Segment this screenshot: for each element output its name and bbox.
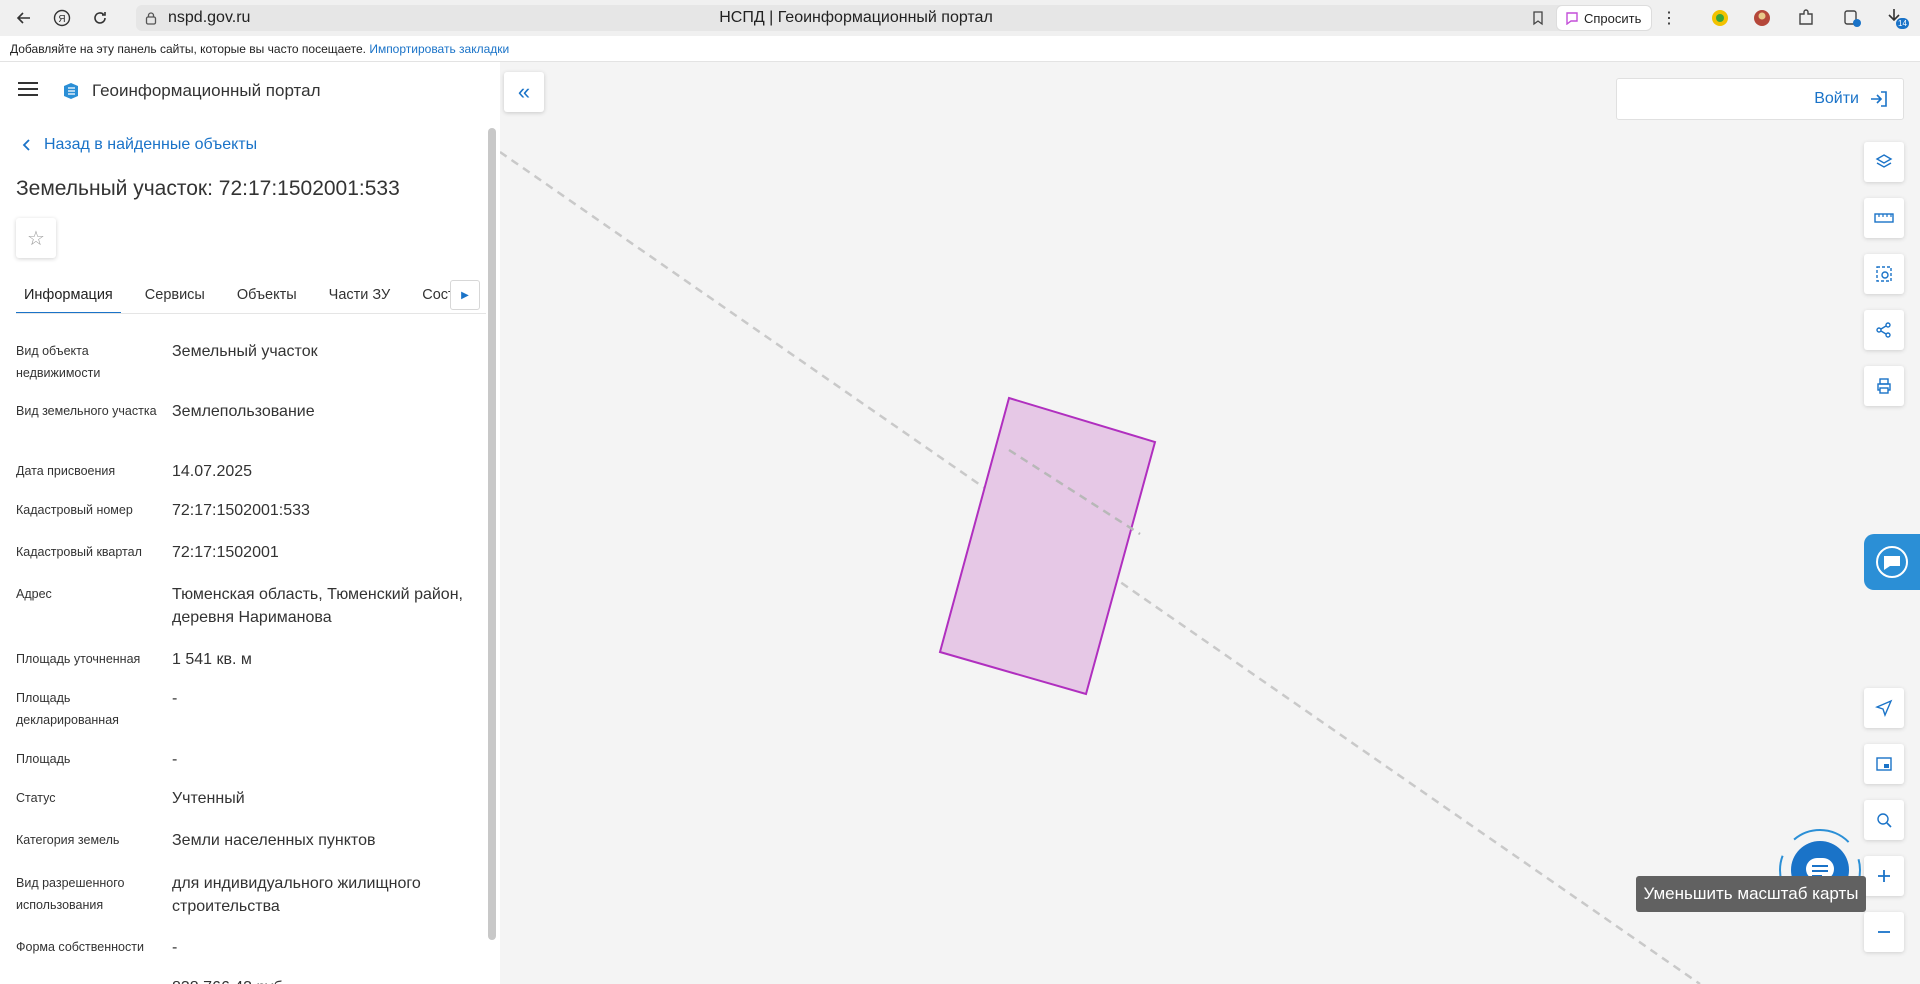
url-host: nspd.gov.ru — [168, 9, 251, 26]
map-layer — [500, 150, 1701, 984]
tab-parts[interactable]: Части ЗУ — [321, 280, 399, 313]
share-icon[interactable] — [1864, 310, 1904, 350]
tab-services[interactable]: Сервисы — [137, 280, 213, 313]
login-button[interactable]: Войти — [1616, 78, 1904, 120]
tab-bar: Информация Сервисы Объекты Части ЗУ Сост… — [16, 280, 486, 314]
field-label: Кадастровый номер — [16, 503, 133, 517]
puzzle-icon[interactable] — [1796, 8, 1816, 28]
back-to-results-link[interactable]: Назад в найденные объекты — [22, 136, 257, 154]
bookmarks-bar: Добавляйте на эту панель сайты, которые … — [0, 36, 1920, 62]
object-title: Земельный участок: 72:17:1502001:533 — [16, 177, 400, 200]
downloads-icon[interactable]: 14 — [1884, 6, 1909, 30]
field-label: Площадь уточненная — [16, 652, 141, 666]
field-value: Земельный участок — [172, 343, 318, 360]
yandex-icon[interactable]: Я — [48, 4, 76, 32]
field-value: Землепользование — [172, 403, 315, 420]
field-value: Тюменская область, Тюменский район, дере… — [172, 586, 463, 626]
browser-toolbar: Я nspd.gov.ru НСПД | Геоинформационный п… — [0, 0, 1920, 36]
field-value: 14.07.2025 — [172, 463, 253, 480]
page-title: НСПД | Геоинформационный портал — [719, 9, 993, 26]
field-label: Вид разрешенного использования — [16, 876, 125, 912]
field-label: Площадь — [16, 752, 71, 766]
bookmarks-hint: Добавляйте на эту панель сайты, которые … — [10, 42, 366, 56]
lock-icon — [145, 12, 157, 25]
search-location-icon[interactable] — [1864, 800, 1904, 840]
field-label: Вид земельного участка — [16, 404, 157, 418]
field-label: Адрес — [16, 587, 52, 601]
field-label: Дата присвоения — [16, 464, 116, 478]
feedback-widget-icon[interactable] — [1864, 534, 1920, 590]
field-label: Статус — [16, 791, 56, 805]
panel-scrollbar[interactable] — [488, 128, 496, 940]
login-icon — [1871, 91, 1887, 107]
svg-text:Я: Я — [58, 14, 65, 25]
extension-icon[interactable] — [1710, 8, 1730, 28]
field-label: Категория земель — [16, 833, 120, 847]
collections-icon[interactable] — [1842, 8, 1862, 28]
menu-icon[interactable] — [18, 82, 38, 96]
field-value: 1 541 кв. м — [172, 651, 252, 668]
area-select-icon[interactable] — [1864, 254, 1904, 294]
field-value: Учтенный — [172, 790, 245, 807]
field-value: 838 766,43 руб. — [172, 976, 472, 984]
land-parcel[interactable] — [938, 396, 1157, 696]
chevron-left-icon — [22, 139, 30, 151]
portal-title: Геоинформационный портал — [92, 81, 321, 100]
nspd-logo-icon — [64, 83, 78, 99]
import-bookmarks-link[interactable]: Импортировать закладки — [369, 42, 509, 56]
tab-objects[interactable]: Объекты — [229, 280, 305, 313]
geolocation-icon[interactable] — [1864, 688, 1904, 728]
ruler-icon[interactable] — [1864, 198, 1904, 238]
bookmark-icon[interactable] — [1530, 10, 1546, 26]
field-value: - — [172, 690, 178, 707]
field-label: Вид объекта недвижимости — [16, 344, 101, 380]
login-label: Войти — [1814, 90, 1859, 107]
minimap-icon[interactable] — [1864, 744, 1904, 784]
field-value: - — [172, 751, 178, 768]
zoom-out-icon[interactable] — [1864, 912, 1904, 952]
field-label: Площадь декларированная — [16, 691, 119, 727]
field-value: Земли населенных пунктов — [172, 832, 376, 849]
alice-icon — [1566, 12, 1578, 25]
field-label: Форма собственности — [16, 940, 144, 954]
back-label: Назад в найденные объекты — [44, 136, 258, 153]
field-value: 72:17:1502001:533 — [172, 502, 310, 519]
field-value: для индивидуального жилищного строительс… — [172, 875, 421, 915]
extension-bear-icon[interactable] — [1752, 8, 1772, 28]
reload-icon[interactable] — [86, 4, 114, 32]
print-icon[interactable] — [1864, 366, 1904, 406]
layers-icon[interactable] — [1864, 142, 1904, 182]
ask-label: Спросить — [1584, 10, 1642, 26]
tab-scroll-right-icon[interactable]: ▶ — [450, 280, 480, 310]
info-panel: Геоинформационный портал Назад в найденн… — [0, 62, 500, 984]
tab-info[interactable]: Информация — [16, 280, 121, 313]
ask-button[interactable]: Спросить — [1556, 5, 1653, 31]
zoom-in-icon[interactable] — [1864, 856, 1904, 896]
field-value: - — [172, 939, 178, 956]
map-canvas[interactable] — [500, 62, 1920, 984]
zoom-out-tooltip: Уменьшить масштаб карты — [1636, 876, 1866, 912]
favorite-star-icon[interactable]: ☆ — [16, 218, 56, 258]
back-arrow-icon[interactable] — [10, 4, 38, 32]
more-menu-icon[interactable]: ⋮ — [1660, 8, 1678, 28]
downloads-badge: 14 — [1896, 18, 1909, 29]
field-label: Кадастровый квартал — [16, 545, 142, 559]
collapse-panel-icon[interactable]: « — [504, 72, 544, 112]
field-value: 72:17:1502001 — [172, 544, 279, 561]
address-bar[interactable]: nspd.gov.ru НСПД | Геоинформационный пор… — [136, 5, 1576, 31]
